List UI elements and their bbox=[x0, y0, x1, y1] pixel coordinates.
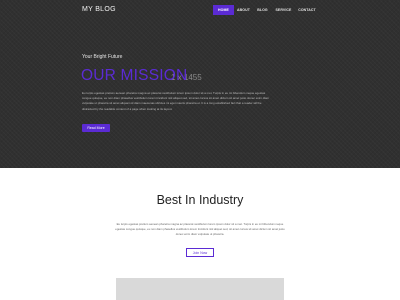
join-now-button[interactable]: Join Now bbox=[186, 248, 214, 257]
brand-logo[interactable]: MY BLOG bbox=[82, 6, 116, 13]
hero-tagline: Your Bright Future bbox=[82, 54, 123, 60]
nav-contact[interactable]: CONTACT bbox=[295, 5, 319, 15]
industry-paragraph: Eu turpis egestas pretium aenean pharetr… bbox=[115, 222, 285, 236]
hero-section: MY BLOG HOME ABOUT BLOG SERVICE CONTACT … bbox=[0, 0, 400, 168]
nav-service[interactable]: SERVICE bbox=[272, 5, 295, 15]
hero-paragraph: Eu turpis egestas pretium aenean pharetr… bbox=[82, 91, 270, 111]
nav-blog[interactable]: BLOG bbox=[253, 5, 272, 15]
read-more-button[interactable]: Read More bbox=[82, 124, 110, 132]
nav-about[interactable]: ABOUT bbox=[234, 5, 253, 15]
nav-home[interactable]: HOME bbox=[213, 5, 234, 15]
hero-title: OUR MISSION bbox=[81, 67, 188, 84]
image-placeholder bbox=[116, 278, 284, 300]
industry-title: Best In Industry bbox=[156, 193, 244, 207]
